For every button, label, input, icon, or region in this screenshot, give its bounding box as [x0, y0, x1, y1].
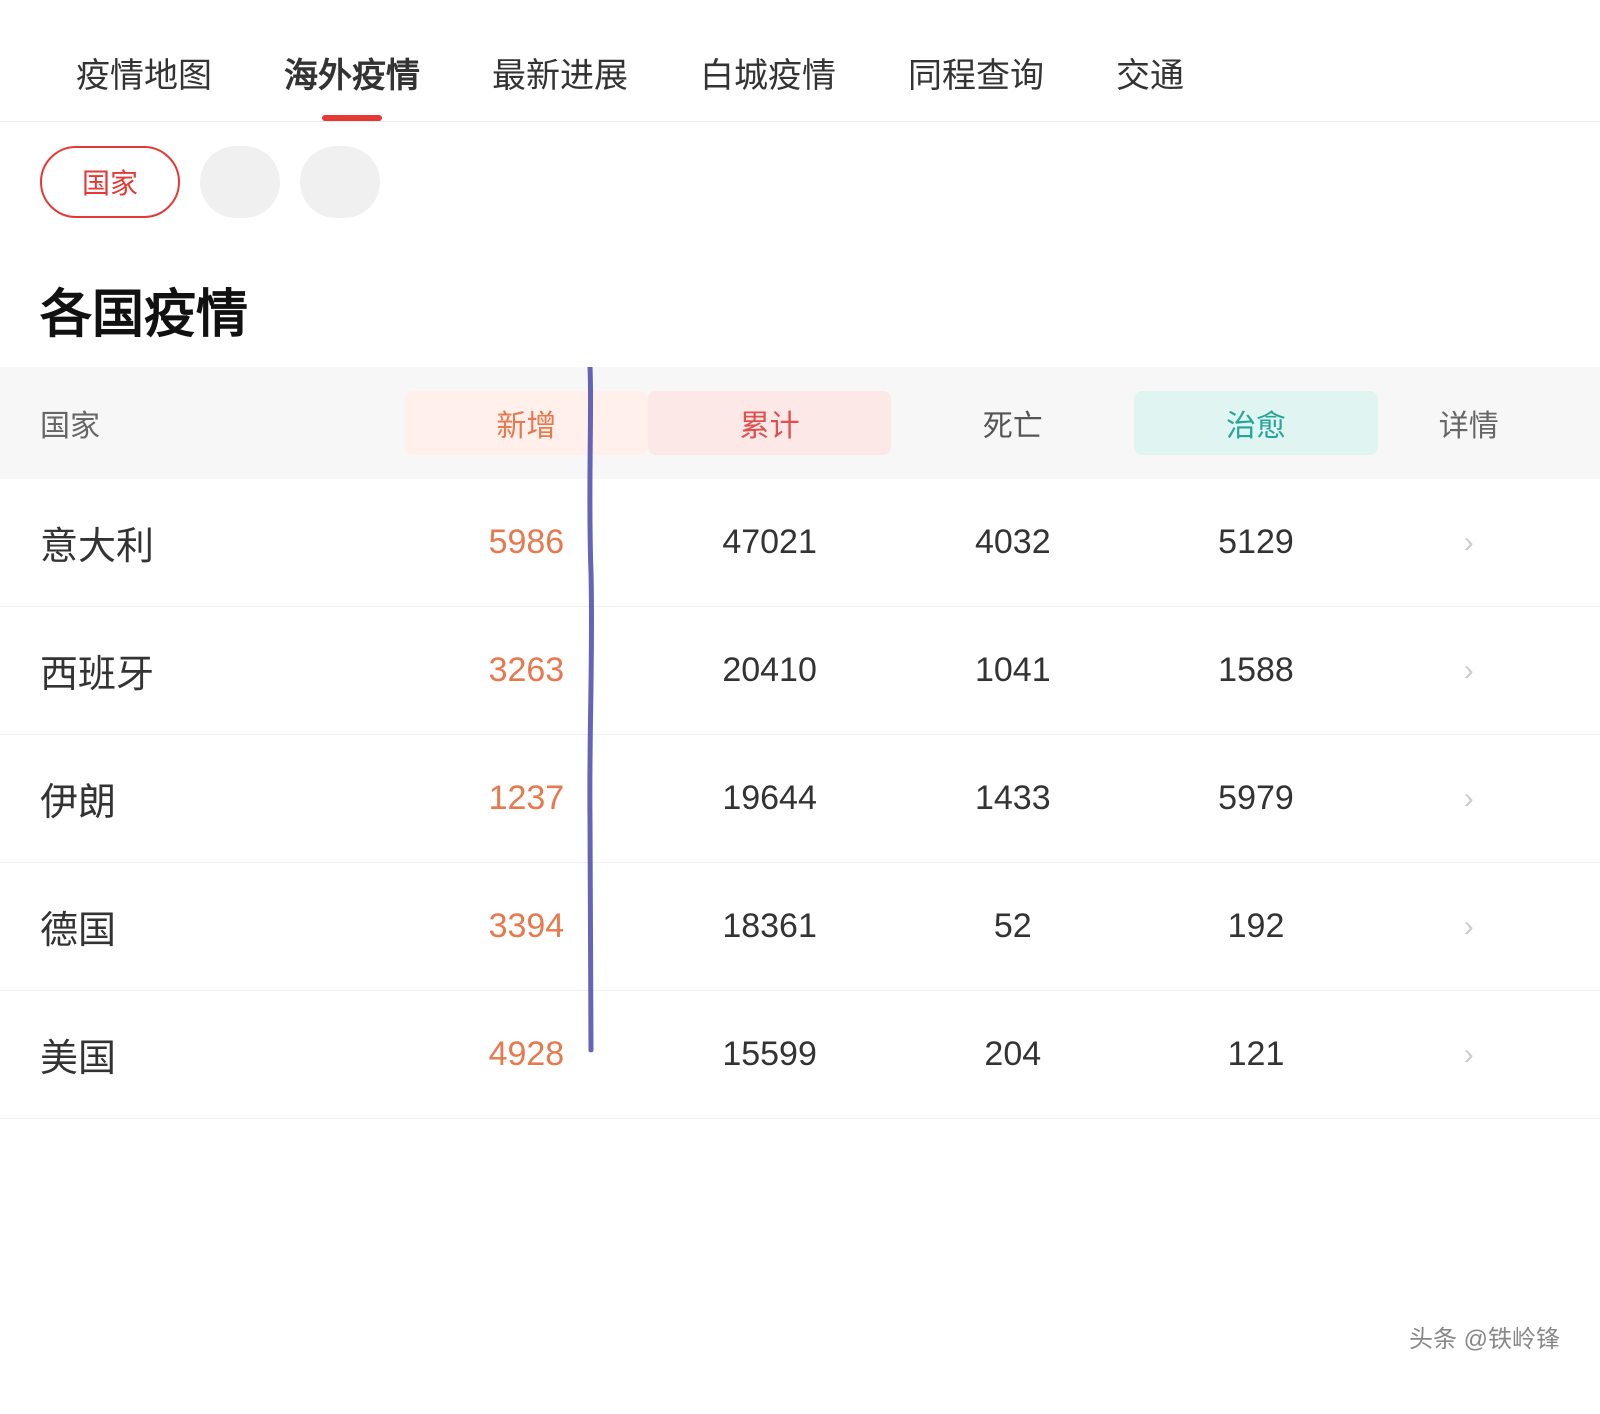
cell-rec-4: 121 — [1134, 1035, 1377, 1074]
nav-baicheng[interactable]: 白城疫情 — [664, 28, 872, 121]
th-recovered: 治愈 — [1134, 391, 1377, 455]
cell-cum-4: 15599 — [648, 1035, 891, 1074]
cell-deaths-0: 4032 — [891, 523, 1134, 562]
cell-cum-1: 20410 — [648, 651, 891, 690]
navigation: 疫情地图 海外疫情 最新进展 白城疫情 同程查询 交通 — [0, 0, 1600, 122]
cell-chevron-2[interactable]: › — [1378, 782, 1560, 816]
th-deaths: 死亡 — [891, 401, 1134, 445]
cell-deaths-1: 1041 — [891, 651, 1134, 690]
cell-rec-1: 1588 — [1134, 651, 1377, 690]
cell-new-2: 1237 — [405, 779, 648, 818]
watermark: 头条 @铁岭锋 — [1409, 1319, 1560, 1354]
cell-chevron-0[interactable]: › — [1378, 526, 1560, 560]
cell-cum-2: 19644 — [648, 779, 891, 818]
cell-country-0: 意大利 — [40, 515, 405, 570]
table-row[interactable]: 德国 3394 18361 52 192 › — [0, 863, 1600, 991]
nav-tongcheng[interactable]: 同程查询 — [872, 28, 1080, 121]
cell-new-0: 5986 — [405, 523, 648, 562]
tab-pills-row: 国家 — [0, 122, 1600, 242]
cell-country-1: 西班牙 — [40, 643, 405, 698]
tab-pill-3[interactable] — [300, 146, 380, 218]
nav-overseas[interactable]: 海外疫情 — [248, 28, 456, 121]
cell-deaths-2: 1433 — [891, 779, 1134, 818]
th-cumulative: 累计 — [648, 391, 891, 455]
covid-table-container: 国家 新增 累计 死亡 治愈 详情 意大利 5986 47021 4032 51… — [0, 367, 1600, 1119]
nav-traffic[interactable]: 交通 — [1080, 28, 1220, 121]
cell-chevron-3[interactable]: › — [1378, 910, 1560, 944]
section-title: 各国疫情 — [0, 242, 1600, 367]
th-new-cases: 新增 — [405, 391, 648, 455]
cell-chevron-1[interactable]: › — [1378, 654, 1560, 688]
nav-latest[interactable]: 最新进展 — [456, 28, 664, 121]
cell-rec-3: 192 — [1134, 907, 1377, 946]
cell-cum-0: 47021 — [648, 523, 891, 562]
cell-country-4: 美国 — [40, 1027, 405, 1082]
table-row[interactable]: 意大利 5986 47021 4032 5129 › — [0, 479, 1600, 607]
cell-deaths-4: 204 — [891, 1035, 1134, 1074]
tab-pill-1[interactable]: 国家 — [40, 146, 180, 218]
cell-new-4: 4928 — [405, 1035, 648, 1074]
th-detail: 详情 — [1378, 401, 1560, 445]
cell-deaths-3: 52 — [891, 907, 1134, 946]
cell-new-1: 3263 — [405, 651, 648, 690]
table-row[interactable]: 伊朗 1237 19644 1433 5979 › — [0, 735, 1600, 863]
table-row[interactable]: 西班牙 3263 20410 1041 1588 › — [0, 607, 1600, 735]
nav-map[interactable]: 疫情地图 — [40, 28, 248, 121]
cell-cum-3: 18361 — [648, 907, 891, 946]
cell-new-3: 3394 — [405, 907, 648, 946]
cell-country-2: 伊朗 — [40, 771, 405, 826]
cell-chevron-4[interactable]: › — [1378, 1038, 1560, 1072]
th-country: 国家 — [40, 401, 405, 445]
table-row[interactable]: 美国 4928 15599 204 121 › — [0, 991, 1600, 1119]
cell-rec-0: 5129 — [1134, 523, 1377, 562]
cell-rec-2: 5979 — [1134, 779, 1377, 818]
tab-pill-2[interactable] — [200, 146, 280, 218]
cell-country-3: 德国 — [40, 899, 405, 954]
table-header: 国家 新增 累计 死亡 治愈 详情 — [0, 367, 1600, 479]
